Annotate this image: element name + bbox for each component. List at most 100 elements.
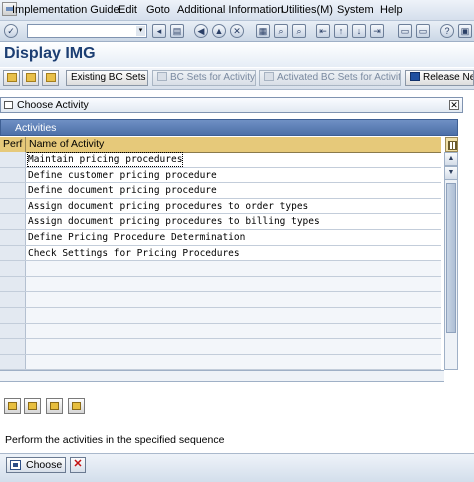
row-selector[interactable] <box>0 183 26 198</box>
deselect-all-button[interactable] <box>68 398 85 414</box>
activities-table-body: Maintain pricing procedures Define custo… <box>0 152 441 371</box>
exit-icon[interactable]: ▲ <box>212 24 226 38</box>
empty-row-cell <box>26 261 441 276</box>
table-row[interactable]: Define document pricing procedure <box>0 183 441 199</box>
row-selector[interactable] <box>0 214 26 229</box>
table-row[interactable]: Define customer pricing procedure <box>0 167 441 184</box>
table-row[interactable]: Check Settings for Pricing Procedures <box>0 245 441 262</box>
row-selector[interactable] <box>0 198 26 214</box>
menu-help[interactable]: Help <box>380 4 403 16</box>
empty-row-cell <box>26 339 441 354</box>
scrollbar-thumb[interactable] <box>446 183 456 333</box>
documentation-button[interactable] <box>22 70 39 86</box>
title-bar: Display IMG <box>0 42 474 67</box>
activity-name[interactable]: Assign document pricing procedures to bi… <box>28 215 320 228</box>
glasses-button[interactable] <box>3 70 20 86</box>
cancel-button[interactable]: ✕ <box>70 457 86 473</box>
dialog-button-bar: Choose ✕ <box>0 453 474 482</box>
save-icon[interactable]: ▤ <box>170 24 184 38</box>
back-icon[interactable]: ◀ <box>194 24 208 38</box>
next-page-icon[interactable]: ↓ <box>352 24 366 38</box>
activity-name[interactable]: Assign document pricing procedures to or… <box>28 200 308 213</box>
row-selector[interactable] <box>0 152 26 167</box>
instruction-text: Perform the activities in the specified … <box>5 434 225 446</box>
menu-additional-information[interactable]: Additional Information <box>177 4 283 16</box>
table-header: Perf Name of Activity <box>0 137 441 153</box>
dialog-title-text: Choose Activity <box>17 99 89 111</box>
table-row[interactable]: Assign document pricing procedures to or… <box>0 198 441 215</box>
empty-row <box>0 276 441 293</box>
row-selector <box>0 339 26 354</box>
row-selector <box>0 323 26 339</box>
close-icon[interactable]: ✕ <box>449 100 459 110</box>
activity-name[interactable]: Define document pricing procedure <box>28 184 217 197</box>
menu-utilities[interactable]: Utilities(M) <box>281 4 333 16</box>
row-selector[interactable] <box>0 229 26 245</box>
table-settings-icon[interactable] <box>445 137 458 152</box>
activities-table-caption: Activities <box>0 119 458 136</box>
row-selector <box>0 354 26 370</box>
menu-bar: Implementation Guide Edit Goto Additiona… <box>0 0 474 21</box>
menu-edit[interactable]: Edit <box>118 4 137 16</box>
vertical-scrollbar[interactable]: ▲ ▼ <box>444 152 458 370</box>
documentation-icon <box>26 73 36 82</box>
find-icon[interactable]: ⌕ <box>274 24 288 38</box>
empty-row <box>0 292 441 308</box>
activated-bc-sets-icon <box>264 72 274 81</box>
layout-icon[interactable]: ▣ <box>458 24 472 38</box>
scroll-up-icon[interactable]: ▲ <box>445 153 457 166</box>
empty-row-cell <box>26 354 441 370</box>
empty-row-cell <box>26 323 441 339</box>
activity-name[interactable]: Define Pricing Procedure Determination <box>28 231 245 244</box>
column-header-name-of-activity[interactable]: Name of Activity <box>26 137 441 152</box>
system-toolbar: ✓ ▾ ◂ ▤ ◀ ▲ ✕ ▦ ⌕ ⌕ ⇤ ↑ ↓ ⇥ ▭ ▭ ? ▣ <box>0 21 474 42</box>
activity-name[interactable]: Define customer pricing procedure <box>28 169 217 182</box>
activity-name[interactable]: Check Settings for Pricing Procedures <box>28 247 240 260</box>
table-row[interactable]: Maintain pricing procedures <box>0 152 441 168</box>
print-icon[interactable]: ▦ <box>256 24 270 38</box>
activity-name[interactable]: Maintain pricing procedures <box>26 152 184 167</box>
new-session-icon[interactable]: ▭ <box>398 24 412 38</box>
command-field-dropdown-icon[interactable]: ▾ <box>136 26 145 36</box>
menu-goto[interactable]: Goto <box>146 4 170 16</box>
table-row[interactable]: Define Pricing Procedure Determination <box>0 229 441 246</box>
first-page-icon[interactable]: ⇤ <box>316 24 330 38</box>
info-icon <box>46 73 56 82</box>
glasses-icon <box>7 73 17 82</box>
previous-page-icon[interactable]: ↑ <box>334 24 348 38</box>
choose-button[interactable]: Choose <box>6 457 66 473</box>
table-row[interactable]: Assign document pricing procedures to bi… <box>0 214 441 230</box>
choose-icon <box>10 460 21 470</box>
select-block-button[interactable] <box>46 398 63 414</box>
command-field[interactable]: ▾ <box>27 24 147 38</box>
release-notes-icon <box>410 72 420 81</box>
horizontal-scrollbar[interactable] <box>0 370 444 382</box>
page-title: Display IMG <box>4 45 96 62</box>
bc-sets-for-activity-button[interactable]: BC Sets for Activity <box>152 70 256 86</box>
bc-sets-for-activity-label: BC Sets for Activity <box>170 72 256 83</box>
enter-icon[interactable]: ✓ <box>4 24 18 38</box>
find-next-icon[interactable]: ⌕ <box>292 24 306 38</box>
activated-bc-sets-label: Activated BC Sets for Activity <box>277 72 401 83</box>
row-selector[interactable] <box>0 245 26 261</box>
cancel-icon[interactable]: ✕ <box>230 24 244 38</box>
release-info-button[interactable] <box>42 70 59 86</box>
shortcut-icon[interactable]: ▭ <box>416 24 430 38</box>
collapse-all-button[interactable] <box>24 398 41 414</box>
choose-label: Choose <box>26 459 63 471</box>
activated-bc-sets-button[interactable]: Activated BC Sets for Activity <box>259 70 401 86</box>
column-header-perf[interactable]: Perf <box>0 137 26 152</box>
expand-all-button[interactable] <box>4 398 21 414</box>
dialog-window-icon <box>4 101 13 109</box>
empty-row <box>0 354 441 371</box>
help-icon[interactable]: ? <box>440 24 454 38</box>
existing-bc-sets-button[interactable]: Existing BC Sets <box>66 70 148 86</box>
empty-row-cell <box>26 276 441 292</box>
last-page-icon[interactable]: ⇥ <box>370 24 384 38</box>
row-selector[interactable] <box>0 167 26 183</box>
expand-icon[interactable]: ◂ <box>152 24 166 38</box>
release-notes-button[interactable]: Release Ne <box>405 70 474 86</box>
menu-system[interactable]: System <box>337 4 374 16</box>
scroll-down-icon[interactable]: ▼ <box>445 166 457 180</box>
menu-implementation-guide[interactable]: Implementation Guide <box>12 4 120 16</box>
